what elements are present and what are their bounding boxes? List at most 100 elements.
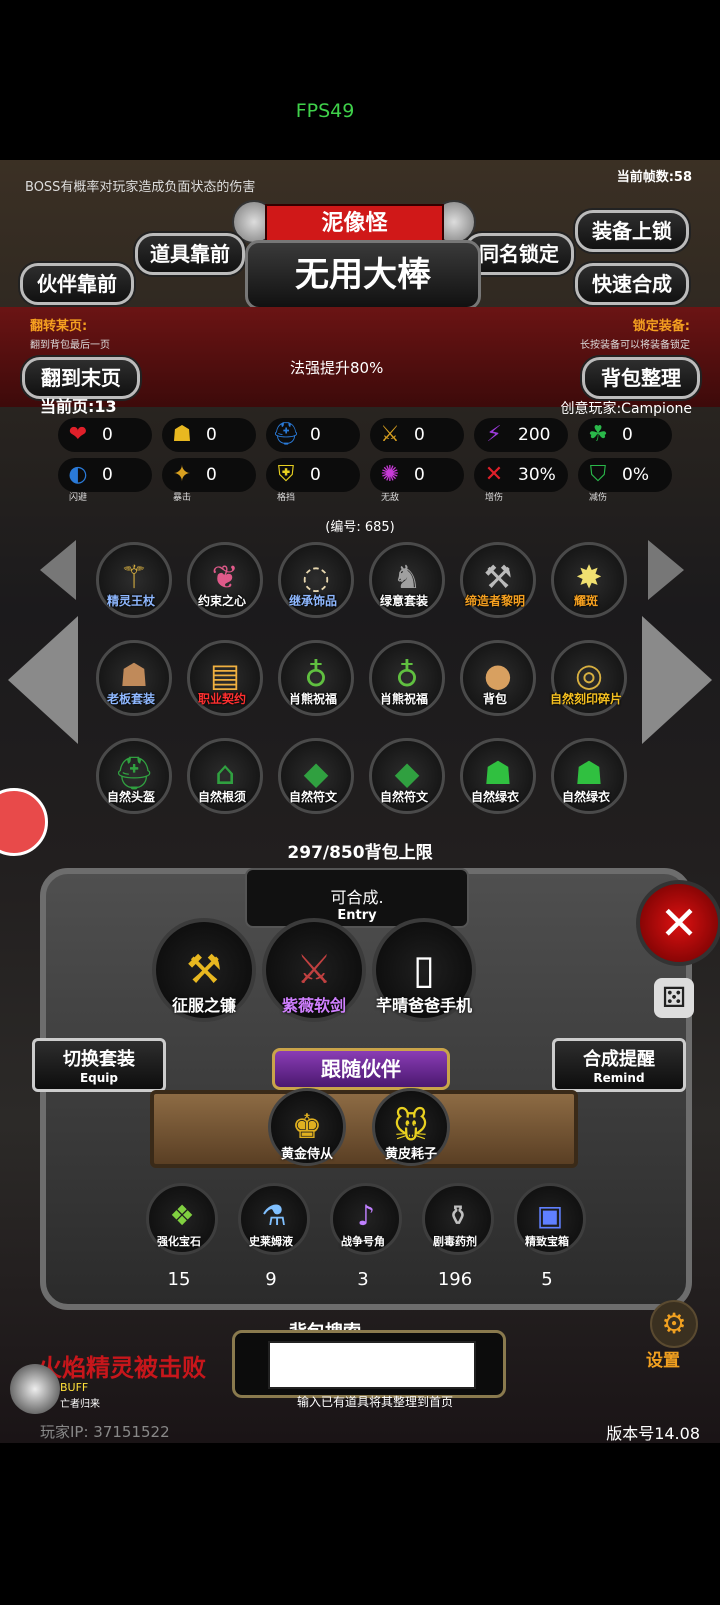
consumable-count: 15 bbox=[167, 1269, 191, 1290]
item-front-button[interactable]: 道具靠前 bbox=[135, 233, 245, 275]
stat-armor: ☗ 0 bbox=[162, 418, 256, 452]
consumable-slot[interactable]: ⚗ 史莱姆液 9 bbox=[232, 1183, 310, 1290]
consumable-slot[interactable]: ▣ 精致宝箱 5 bbox=[508, 1183, 586, 1290]
consumable-name: 精致宝箱 bbox=[525, 1235, 569, 1248]
bag-slot[interactable]: ❦ 约束之心 bbox=[183, 540, 263, 618]
switch-set-button[interactable]: 切换套装 Equip bbox=[32, 1038, 166, 1092]
item-name: 自然刻印碎片 bbox=[549, 692, 622, 706]
flip-hint: 翻到背包最后一页 bbox=[30, 340, 110, 351]
next-page-arrow-icon[interactable] bbox=[642, 616, 712, 744]
buff-skull-icon[interactable] bbox=[10, 1364, 60, 1414]
lock-label: 锁定装备: bbox=[632, 319, 690, 334]
consumable-name: 史莱姆液 bbox=[249, 1235, 293, 1248]
bag-slot[interactable]: ◎ 自然刻印碎片 bbox=[547, 638, 627, 716]
bag-slot[interactable]: ● 背包 bbox=[456, 638, 536, 716]
item-name: 背包 bbox=[482, 692, 507, 706]
gear-icon[interactable]: ⚙ bbox=[650, 1300, 698, 1348]
follow-partner-title: 跟随伙伴 bbox=[272, 1048, 450, 1090]
bag-slot[interactable]: ♞ 绿意套装 bbox=[365, 540, 445, 618]
bag-slot[interactable]: ☗ 老板套装 bbox=[92, 638, 172, 716]
item-name: 自然符文 bbox=[379, 790, 428, 804]
prev-page-small-arrow-icon[interactable] bbox=[40, 540, 76, 600]
consumable-slot[interactable]: ❖ 强化宝石 15 bbox=[140, 1183, 218, 1290]
item-name: 约束之心 bbox=[197, 594, 246, 608]
damage-down-icon: ⛉ bbox=[589, 462, 607, 487]
item-name: 芊晴爸爸手机 bbox=[375, 996, 472, 1015]
partner-front-button[interactable]: 伙伴靠前 bbox=[20, 263, 134, 305]
consumable-count: 3 bbox=[357, 1269, 369, 1290]
stat-label: 暴击 bbox=[172, 493, 191, 503]
frame-count: 当前帧数:58 bbox=[616, 170, 692, 185]
dice-icon[interactable]: ⚄ bbox=[654, 978, 694, 1018]
item-title: 无用大棒 bbox=[245, 240, 481, 310]
compose-remind-button[interactable]: 合成提醒 Remind bbox=[552, 1038, 686, 1092]
boss-name: 泥像怪 bbox=[265, 204, 444, 244]
stat-value: 0 bbox=[414, 425, 425, 445]
bag-slot[interactable]: ♁ 肖熊祝福 bbox=[365, 638, 445, 716]
armor-icon: ☗ bbox=[172, 422, 192, 447]
item-name: 继承饰品 bbox=[288, 594, 337, 608]
damage-up-icon: ✕ bbox=[484, 462, 504, 487]
bag-slot[interactable]: ◌ 继承饰品 bbox=[274, 540, 354, 618]
bag-slot[interactable]: ◆ 自然符文 bbox=[274, 736, 354, 814]
stat-value: 200 bbox=[518, 425, 551, 445]
partner-slot[interactable]: ♚ 黄金侍从 bbox=[268, 1088, 346, 1166]
stat-invincible: ✺ 0 无敌 bbox=[370, 458, 464, 503]
lock-hint: 长按装备可以将装备锁定 bbox=[580, 340, 690, 351]
prev-page-arrow-icon[interactable] bbox=[8, 616, 78, 744]
composable-label: 可合成. bbox=[330, 888, 384, 907]
consumable-name: 强化宝石 bbox=[157, 1235, 201, 1248]
stat-value: 30% bbox=[518, 465, 556, 485]
next-page-small-arrow-icon[interactable] bbox=[648, 540, 684, 600]
buff-sub: 亡者归来 bbox=[60, 1399, 100, 1410]
crit-icon: ✦ bbox=[172, 462, 192, 487]
boss-tip: BOSS有概率对玩家造成负面状态的伤害 bbox=[25, 180, 256, 195]
bag-slot[interactable]: ▤ 职业契约 bbox=[183, 638, 263, 716]
buff-label: BUFF bbox=[60, 1381, 89, 1394]
bag-slot[interactable]: ☗ 自然绿衣 bbox=[547, 736, 627, 814]
bag-slot[interactable]: ⛑ 自然头盔 bbox=[92, 736, 172, 814]
bag-slot[interactable]: ♁ 肖熊祝福 bbox=[274, 638, 354, 716]
bag-slot[interactable]: ✸ 耀斑 bbox=[547, 540, 627, 618]
block-icon: ⛨ bbox=[277, 462, 295, 487]
stat-damage-down: ⛉ 0% 减伤 bbox=[578, 458, 672, 503]
stat-label: 增伤 bbox=[484, 493, 503, 503]
partner-slot[interactable]: 🐭 黄皮耗子 bbox=[372, 1088, 450, 1166]
composable-item[interactable]: ⚔ 紫薇软剑 bbox=[262, 918, 366, 1022]
stat-value: 0 bbox=[206, 425, 217, 445]
bag-slot[interactable]: ☗ 自然绿衣 bbox=[456, 736, 536, 814]
bag-sort-button[interactable]: 背包整理 bbox=[582, 357, 700, 399]
version-label: 版本号14.08 bbox=[606, 1424, 700, 1443]
quick-compose-button[interactable]: 快速合成 bbox=[575, 263, 689, 305]
stat-dodge: ◐ 0 闪避 bbox=[58, 458, 152, 503]
stat-crit: ✦ 0 暴击 bbox=[162, 458, 256, 503]
consumable-slot[interactable]: ⚱ 剧毒药剂 196 bbox=[416, 1183, 494, 1290]
composable-item[interactable]: ▯ 芊晴爸爸手机 bbox=[372, 918, 476, 1022]
stat-value: 0 bbox=[310, 425, 321, 445]
settings-button[interactable]: 设置 bbox=[646, 1346, 680, 1371]
bag-slot[interactable]: ◆ 自然符文 bbox=[365, 736, 445, 814]
close-button[interactable]: ✕ bbox=[636, 880, 720, 966]
bag-slot[interactable]: ⚚ 精灵王杖 bbox=[92, 540, 172, 618]
search-input[interactable] bbox=[268, 1341, 476, 1389]
clover-icon: ☘ bbox=[588, 422, 608, 447]
stat-damage-up: ✕ 30% 增伤 bbox=[474, 458, 568, 503]
consumable-list: ❖ 强化宝石 15 ⚗ 史莱姆液 9 ♪ 战争号角 3 ⚱ 剧毒药剂 196 ▣ 精致宝箱 5 bbox=[140, 1183, 600, 1293]
item-effect: 法强提升80% bbox=[290, 359, 384, 377]
consumable-name: 战争号角 bbox=[341, 1235, 385, 1248]
composable-item[interactable]: ⚒ 征服之镰 bbox=[152, 918, 256, 1022]
consumable-slot[interactable]: ♪ 战争号角 3 bbox=[324, 1183, 402, 1290]
flip-label: 翻转某页: bbox=[30, 319, 88, 334]
stat-value: 0 bbox=[102, 425, 113, 445]
consumable-count: 196 bbox=[437, 1269, 473, 1290]
bag-slot[interactable]: ⚒ 缔造者黎明 bbox=[456, 540, 536, 618]
equip-lock-button[interactable]: 装备上锁 bbox=[575, 210, 689, 252]
item-name: 自然符文 bbox=[288, 790, 337, 804]
bag-slot[interactable]: ⌂ 自然根须 bbox=[183, 736, 263, 814]
compose-remind-label: 合成提醒 bbox=[583, 1049, 655, 1070]
stats-panel: ❤ 0 ☗ 0 ⛑ 0 ⚔ 0 ⚡ 200 ☘ 0 ◐ 0 闪避 ✦ 0 暴击 ⛨ 0 格挡 ✺ 0 无敌 ✕ 30% 增伤 ⛉ 0% 减… bbox=[58, 418, 678, 518]
item-name: 自然绿衣 bbox=[561, 790, 610, 804]
switch-set-label: 切换套装 bbox=[63, 1049, 135, 1070]
item-name: 职业契约 bbox=[197, 692, 246, 706]
stat-value: 0 bbox=[622, 425, 633, 445]
